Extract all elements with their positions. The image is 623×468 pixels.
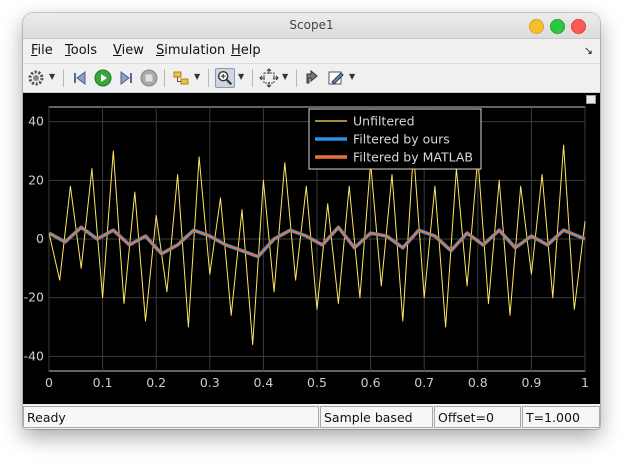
x-tick-label: 0.7 [414, 375, 434, 390]
status-offset: Offset=0 [434, 406, 521, 428]
status-time: T=1.000 [522, 406, 600, 428]
y-tick-label: 0 [36, 231, 44, 246]
chevron-down-icon[interactable]: ▼ [194, 72, 200, 81]
chevron-down-icon[interactable]: ▼ [349, 72, 355, 81]
dock-arrow-icon[interactable]: ↘ [584, 44, 593, 57]
scope-display[interactable]: 0 0.1 0.2 0.3 0.4 0.5 0.6 0.7 0.8 0.9 1 40 20 0 -20 -40… [23, 93, 600, 404]
run-icon[interactable] [93, 68, 113, 88]
gear-icon[interactable] [26, 68, 46, 88]
status-mode: Sample based [320, 406, 433, 428]
step-back-icon[interactable] [70, 68, 90, 88]
restore-icon[interactable] [303, 68, 323, 88]
x-tick-label: 0.5 [307, 375, 327, 390]
zoom-icon[interactable] [215, 68, 235, 88]
window-title: Scope1 [289, 18, 334, 32]
menu-bar: File Tools View Simulation Help ↘ [23, 39, 600, 61]
step-forward-icon[interactable] [116, 68, 136, 88]
legend-label-2: Filtered by MATLAB [353, 150, 473, 165]
maximize-button[interactable] [550, 19, 565, 34]
menu-view[interactable]: View [113, 43, 144, 58]
highlight-block-icon[interactable] [171, 68, 191, 88]
x-tick-label: 0 [45, 375, 53, 390]
collapse-button[interactable] [586, 95, 596, 104]
y-tick-label: -40 [24, 348, 44, 363]
x-tick-label: 1 [581, 375, 589, 390]
menu-simulation[interactable]: Simulation [156, 43, 225, 58]
scope-chart[interactable]: 0 0.1 0.2 0.3 0.4 0.5 0.6 0.7 0.8 0.9 1 40 20 0 -20 -40… [23, 93, 600, 404]
legend-label-0: Unfiltered [353, 114, 415, 129]
chevron-down-icon[interactable]: ▼ [282, 72, 288, 81]
x-tick-label: 0.8 [468, 375, 488, 390]
x-tick-label: 0.3 [200, 375, 220, 390]
x-tick-label: 0.9 [521, 375, 541, 390]
y-tick-label: -20 [24, 290, 44, 305]
chevron-down-icon[interactable]: ▼ [49, 72, 55, 81]
scope-window: Scope1 File Tools View Simulation Help ↘… [23, 13, 600, 429]
x-tick-label: 0.4 [253, 375, 273, 390]
status-ready: Ready [23, 406, 319, 428]
menu-file[interactable]: File [31, 43, 53, 58]
minimize-button[interactable] [529, 19, 544, 34]
x-tick-label: 0.2 [146, 375, 166, 390]
title-bar[interactable]: Scope1 [23, 13, 600, 39]
y-tick-label: 20 [28, 172, 44, 187]
chevron-down-icon[interactable]: ▼ [238, 72, 244, 81]
menu-tools[interactable]: Tools [65, 43, 97, 58]
x-tick-label: 0.1 [93, 375, 113, 390]
menu-help[interactable]: Help [231, 43, 261, 58]
stop-icon[interactable] [139, 68, 159, 88]
close-button[interactable] [571, 19, 586, 34]
x-tick-label: 0.6 [361, 375, 381, 390]
autoscale-icon[interactable] [259, 68, 279, 88]
status-bar: Ready Sample based Offset=0 T=1.000 [23, 406, 600, 429]
toolbar: ▼ ▼ ▼ ▼ ▼ [23, 63, 600, 93]
y-tick-label: 40 [28, 114, 44, 129]
legend-label-1: Filtered by ours [353, 132, 450, 147]
style-icon[interactable] [326, 68, 346, 88]
